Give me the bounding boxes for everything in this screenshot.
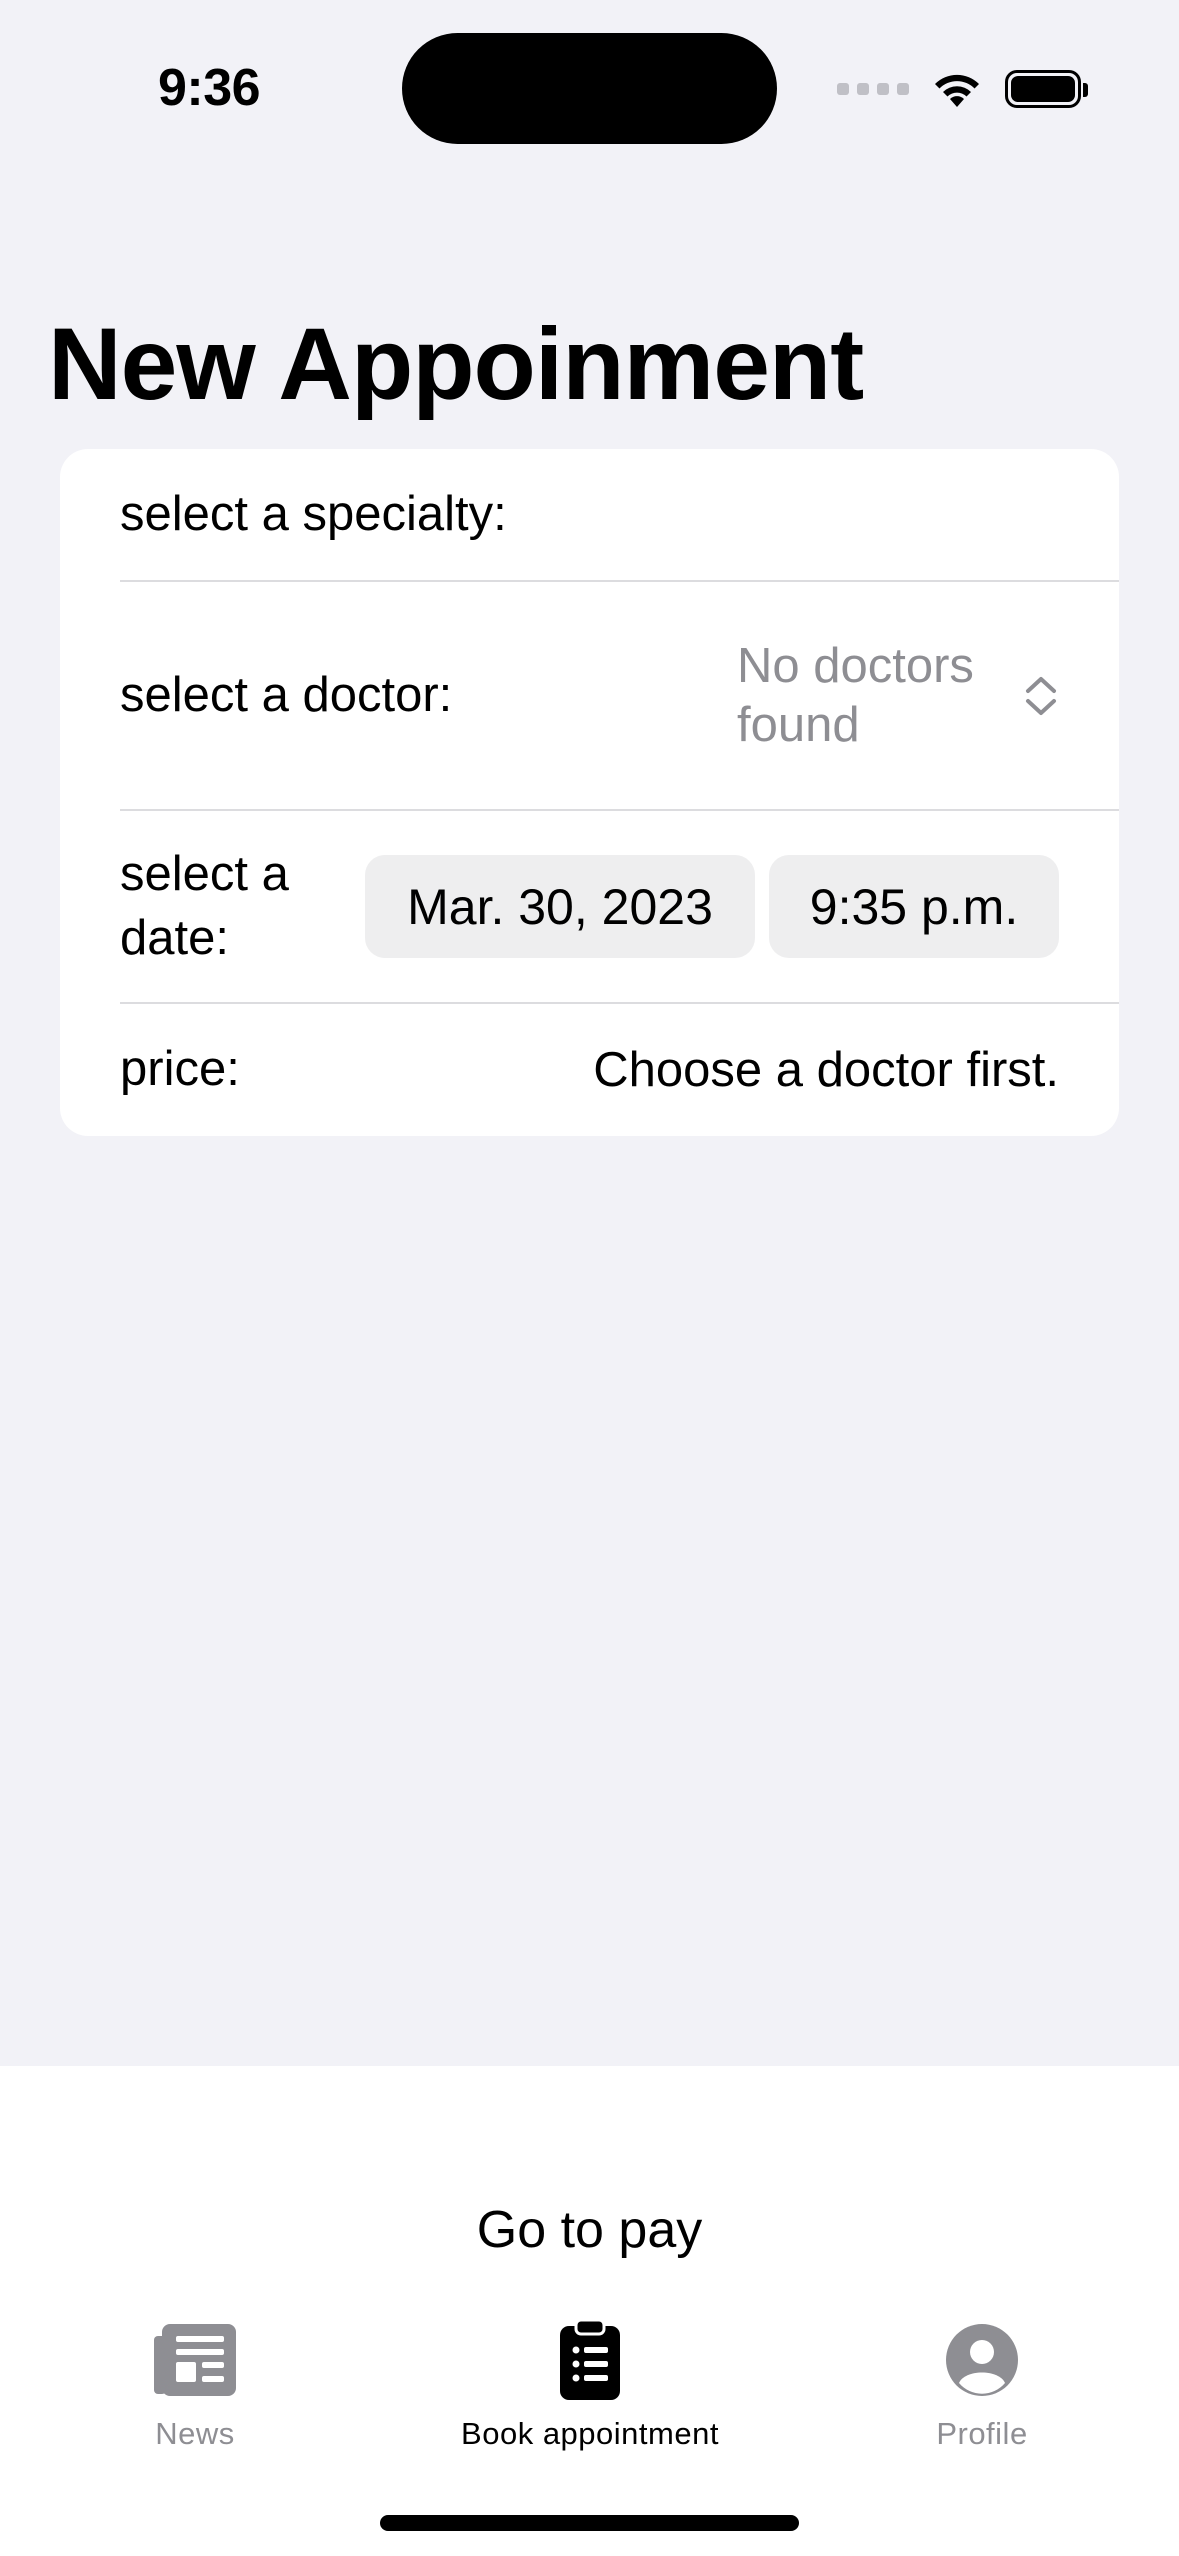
newspaper-icon bbox=[154, 2318, 236, 2402]
tab-profile[interactable]: Profile bbox=[832, 2318, 1132, 2458]
date-time-pickers: Mar. 30, 2023 9:35 p.m. bbox=[365, 855, 1059, 958]
chevron-up-down-icon bbox=[1023, 674, 1059, 718]
status-icons bbox=[837, 64, 1088, 114]
date-label: select a date: bbox=[120, 846, 289, 965]
cellular-signal-icon bbox=[837, 83, 909, 95]
price-label: price: bbox=[120, 1042, 240, 1097]
bottom-bar bbox=[0, 2066, 1179, 2556]
battery-icon bbox=[1005, 70, 1088, 108]
doctor-picker[interactable]: No doctors found bbox=[737, 637, 1059, 755]
clipboard-list-icon bbox=[558, 2318, 622, 2402]
tab-news-label: News bbox=[155, 2416, 235, 2451]
price-row: price: Choose a doctor first. bbox=[120, 1004, 1119, 1136]
time-picker-button[interactable]: 9:35 p.m. bbox=[769, 855, 1059, 958]
date-picker-button[interactable]: Mar. 30, 2023 bbox=[365, 855, 755, 958]
specialty-label: select a specialty: bbox=[120, 486, 507, 541]
tab-news[interactable]: News bbox=[45, 2318, 345, 2458]
wifi-icon bbox=[931, 69, 983, 109]
doctor-picker-value: No doctors found bbox=[737, 638, 974, 752]
home-indicator bbox=[380, 2515, 799, 2531]
tab-profile-label: Profile bbox=[936, 2416, 1028, 2451]
page-title: New Appoinment bbox=[48, 307, 864, 421]
specialty-row[interactable]: select a specialty: bbox=[120, 449, 1119, 580]
appointment-form: select a specialty: select a doctor: No … bbox=[60, 449, 1119, 1136]
doctor-label: select a doctor: bbox=[120, 667, 453, 722]
tab-book-appointment-label: Book appointment bbox=[461, 2416, 719, 2451]
screen: 9:36 New Appoinment select a specialty: … bbox=[0, 0, 1179, 2556]
tab-book-appointment[interactable]: Book appointment bbox=[440, 2318, 740, 2458]
person-circle-icon bbox=[945, 2318, 1019, 2402]
price-value: Choose a doctor first. bbox=[593, 1043, 1059, 1097]
tab-bar: News Book appointment Profile bbox=[0, 2318, 1179, 2458]
doctor-row: select a doctor: No doctors found bbox=[120, 582, 1119, 809]
status-time: 9:36 bbox=[158, 59, 261, 117]
go-to-pay-button[interactable]: Go to pay bbox=[0, 2190, 1179, 2270]
dynamic-island bbox=[402, 33, 777, 144]
date-row: select a date: Mar. 30, 2023 9:35 p.m. bbox=[120, 811, 1119, 1002]
